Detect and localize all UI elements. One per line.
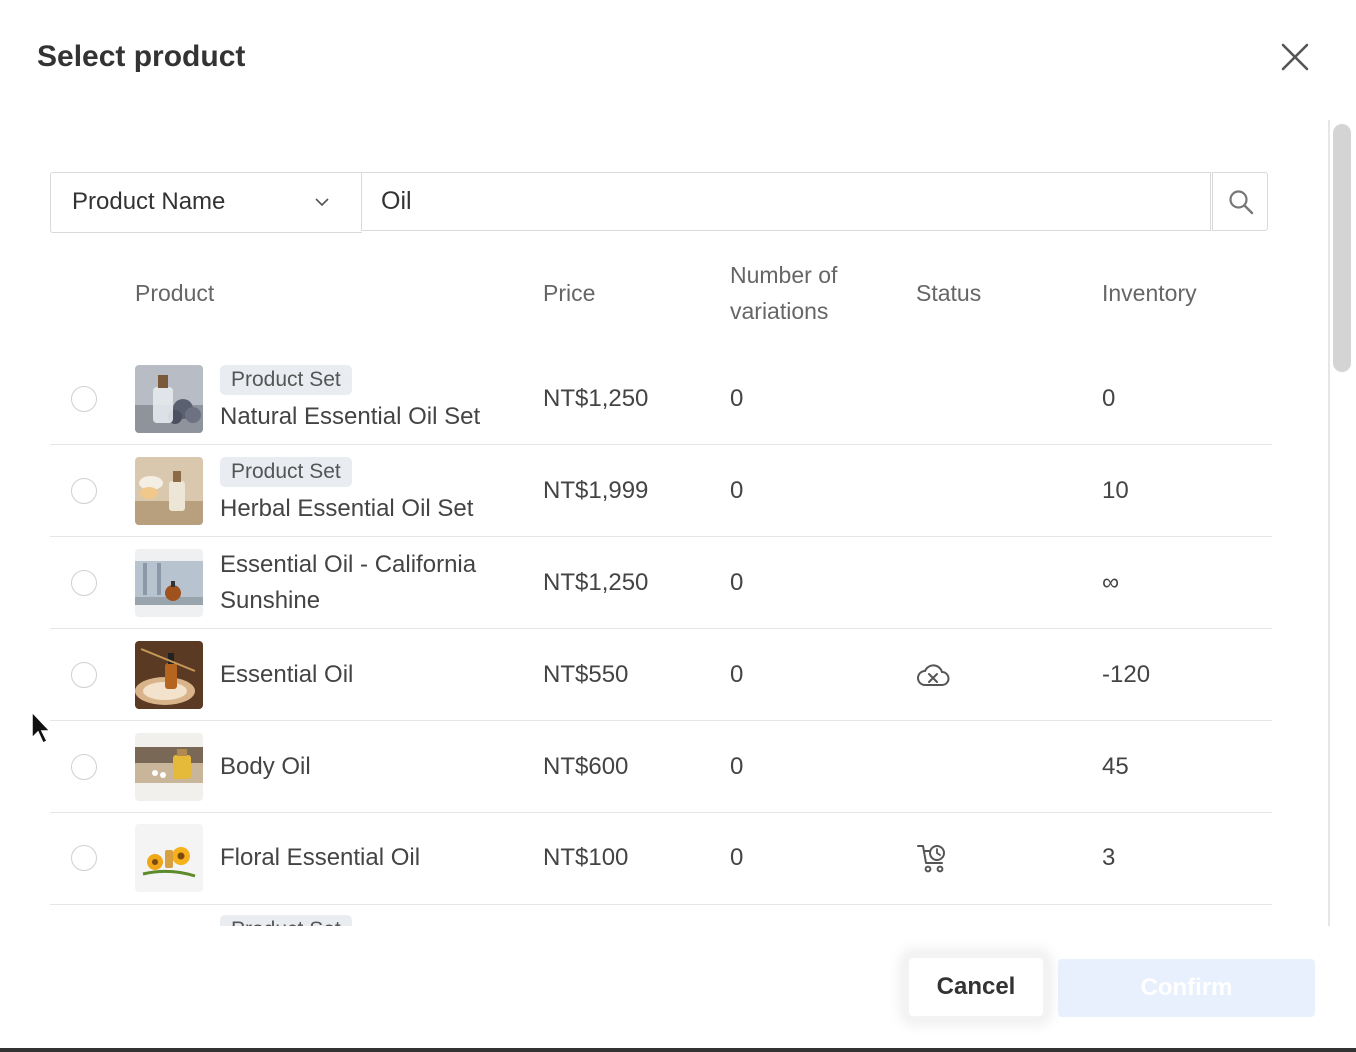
- search-bar: Product Name: [50, 172, 1270, 233]
- product-inventory: -120: [1102, 661, 1151, 688]
- search-input[interactable]: [361, 172, 1211, 231]
- product-variations: 0: [730, 477, 744, 504]
- dialog-title: Select product: [37, 40, 246, 73]
- chevron-down-icon: [315, 198, 329, 207]
- product-inventory: 3: [1102, 844, 1116, 871]
- table-row[interactable]: Essential Oil - California Sunshine NT$1…: [50, 537, 1272, 629]
- product-thumbnail: [135, 641, 203, 709]
- product-name: Essential Oil: [220, 661, 354, 688]
- header-variations-line2: variations: [730, 298, 829, 324]
- product-list-area: Product Name Product Price Number of var…: [0, 118, 1356, 926]
- product-price: NT$1,999: [543, 477, 649, 504]
- product-variations: 0: [730, 661, 744, 688]
- search-field-label: Product Name: [72, 188, 226, 215]
- table-row[interactable]: Floral Essential Oil NT$100 0 3: [50, 813, 1272, 905]
- close-icon: [1281, 43, 1309, 71]
- table-row[interactable]: Product Set: [50, 905, 1272, 926]
- search-icon: [1229, 190, 1254, 215]
- product-price: NT$550: [543, 661, 629, 688]
- product-price: NT$100: [543, 844, 629, 871]
- header-inventory: Inventory: [1102, 280, 1197, 306]
- product-variations: 0: [730, 385, 744, 412]
- product-name: Floral Essential Oil: [220, 844, 421, 871]
- close-button[interactable]: [1276, 38, 1314, 76]
- table-row[interactable]: Essential Oil NT$550 0 -120: [50, 629, 1272, 721]
- table-row[interactable]: Product Set Herbal Essential Oil Set NT$…: [50, 445, 1272, 537]
- row-radio[interactable]: [71, 386, 97, 412]
- product-name: Body Oil: [220, 753, 311, 780]
- row-radio[interactable]: [71, 845, 97, 871]
- product-price: NT$1,250: [543, 569, 649, 596]
- product-name-line1: Essential Oil - California: [220, 551, 477, 578]
- row-radio[interactable]: [71, 662, 97, 688]
- product-variations: 0: [730, 569, 744, 596]
- confirm-button[interactable]: Confirm: [1058, 959, 1315, 1017]
- search-field-select[interactable]: Product Name: [50, 172, 362, 233]
- table-row[interactable]: Product Set Natural Essential Oil Set NT…: [50, 353, 1272, 445]
- product-thumbnail: [135, 549, 203, 617]
- row-radio[interactable]: [71, 570, 97, 596]
- product-thumbnail: [135, 824, 203, 892]
- product-variations: 0: [730, 844, 744, 871]
- product-variations: 0: [730, 753, 744, 780]
- product-set-badge: Product Set: [220, 365, 352, 395]
- header-status: Status: [916, 280, 982, 306]
- header-price: Price: [543, 280, 596, 306]
- row-radio[interactable]: [71, 478, 97, 504]
- product-price: NT$1,250: [543, 385, 649, 412]
- product-name: Natural Essential Oil Set: [220, 403, 481, 430]
- cloud-off-icon: [917, 664, 950, 686]
- product-inventory: ∞: [1102, 569, 1120, 596]
- product-name-line2: Sunshine: [220, 587, 321, 614]
- product-thumbnail: [135, 365, 203, 433]
- product-set-badge: Product Set: [220, 915, 352, 926]
- product-thumbnail: [135, 457, 203, 525]
- product-thumbnail: [135, 733, 203, 801]
- cart-clock-icon: [917, 845, 945, 873]
- window-edge: [0, 1048, 1356, 1052]
- product-set-badge: Product Set: [220, 457, 352, 487]
- mouse-cursor-icon: [31, 710, 52, 745]
- product-inventory: 10: [1102, 477, 1129, 504]
- product-inventory: 0: [1102, 385, 1116, 412]
- header-variations-line1: Number of: [730, 262, 838, 288]
- product-price: NT$600: [543, 753, 629, 780]
- cancel-button[interactable]: Cancel: [909, 958, 1043, 1016]
- select-product-dialog: Select product Product Name Oil Product …: [0, 0, 1356, 1048]
- product-name: Herbal Essential Oil Set: [220, 495, 474, 522]
- table-row[interactable]: Body Oil NT$600 0 45: [50, 721, 1272, 813]
- product-inventory: 45: [1102, 753, 1129, 780]
- search-button[interactable]: [1212, 172, 1268, 231]
- row-radio[interactable]: [71, 754, 97, 780]
- header-product: Product: [135, 280, 215, 306]
